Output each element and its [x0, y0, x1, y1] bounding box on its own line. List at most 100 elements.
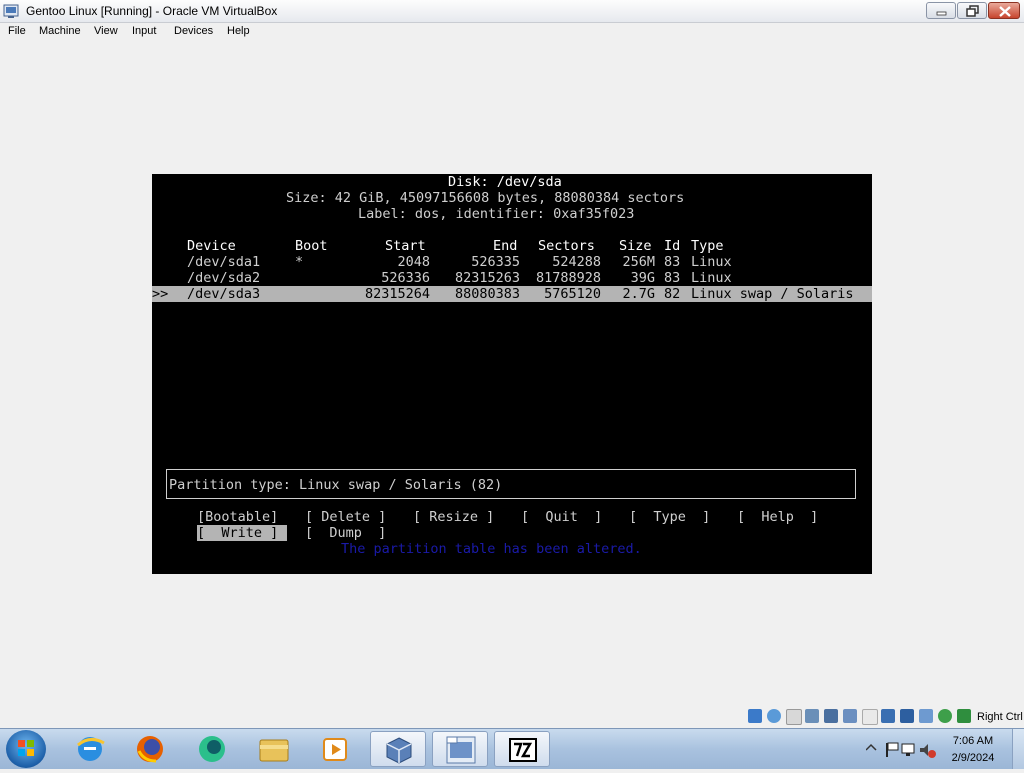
start-button[interactable]	[6, 730, 46, 768]
cell-sectors: 5765120	[544, 286, 601, 302]
cell-start: 2048	[397, 254, 430, 270]
file-explorer-icon	[259, 739, 289, 762]
minimize-icon	[936, 11, 947, 16]
cell-start: 82315264	[364, 286, 430, 302]
cell-size: 2.7G	[622, 286, 655, 302]
usb-icon[interactable]	[843, 709, 857, 723]
cell-end: 526335	[471, 254, 520, 270]
menu-view[interactable]: View	[94, 25, 118, 37]
type-button[interactable]: [ Type ]	[629, 509, 710, 525]
menu-help[interactable]: Help	[227, 25, 250, 37]
cell-device: /dev/sda3	[187, 286, 261, 302]
minimize-button[interactable]	[926, 2, 956, 19]
disk-title: Disk: /dev/sda	[448, 174, 562, 190]
vm-window-icon	[446, 736, 476, 764]
restore-button[interactable]	[957, 2, 987, 19]
mouse-integration-icon[interactable]	[938, 709, 952, 723]
cell-device: /dev/sda2	[187, 270, 261, 286]
display-icon[interactable]	[881, 709, 895, 723]
taskbar-file-explorer[interactable]	[246, 731, 302, 767]
disk-label-line: Label: dos, identifier: 0xaf35f023	[358, 206, 635, 222]
col-boot: Boot	[295, 238, 328, 254]
cell-type: Linux	[691, 254, 732, 270]
hard-disk-icon[interactable]	[748, 709, 762, 723]
floppy-icon[interactable]	[786, 709, 802, 725]
close-button[interactable]	[988, 2, 1020, 19]
menu-bar: File Machine View Input Devices Help	[0, 23, 1024, 41]
cell-sectors: 524288	[552, 254, 601, 270]
taskbar-clock[interactable]: 7:06 AM 2/9/2024	[942, 733, 1004, 767]
resize-button[interactable]: [ Resize ]	[413, 509, 494, 525]
taskbar-app[interactable]	[184, 731, 240, 767]
recording-icon[interactable]	[900, 709, 914, 723]
quit-button[interactable]: [ Quit ]	[521, 509, 602, 525]
7zip-icon	[509, 738, 537, 762]
taskbar-virtualbox[interactable]	[370, 731, 426, 767]
partition-type-text: Partition type: Linux swap / Solaris (82…	[169, 477, 503, 493]
show-hidden-icons-icon[interactable]	[865, 743, 877, 751]
menu-devices[interactable]: Devices	[174, 25, 213, 37]
internet-explorer-icon	[77, 737, 105, 761]
network-icon[interactable]	[901, 743, 915, 756]
firefox-icon	[137, 736, 163, 763]
selection-marker: >>	[152, 286, 169, 302]
col-type: Type	[691, 238, 724, 254]
window-titlebar: Gentoo Linux [Running] - Oracle VM Virtu…	[0, 0, 1024, 23]
media-player-icon	[323, 738, 347, 761]
host-key-label: Right Ctrl	[977, 711, 1023, 723]
windows-logo-icon	[18, 740, 34, 756]
clock-time: 7:06 AM	[952, 735, 994, 747]
action-center-flag-icon[interactable]	[886, 742, 899, 757]
write-button[interactable]: [ Write ]	[197, 525, 278, 541]
window-title: Gentoo Linux [Running] - Oracle VM Virtu…	[26, 4, 278, 18]
taskbar-7zip[interactable]	[494, 731, 550, 767]
help-button[interactable]: [ Help ]	[737, 509, 818, 525]
virtualbox-icon	[386, 737, 412, 764]
bootable-button[interactable]: [Bootable]	[197, 509, 278, 525]
col-size: Size	[619, 238, 652, 254]
clock-date: 2/9/2024	[951, 752, 995, 764]
col-device: Device	[187, 238, 236, 254]
virtualbox-icon	[3, 4, 19, 18]
cell-end: 82315263	[454, 270, 520, 286]
cell-end: 88080383	[454, 286, 520, 302]
cell-size: 256M	[622, 254, 655, 270]
cell-device: /dev/sda1	[187, 254, 261, 270]
taskbar-firefox[interactable]	[122, 731, 178, 767]
cell-sectors: 81788928	[535, 270, 601, 286]
virtualization-icon[interactable]	[919, 709, 933, 723]
delete-button[interactable]: [ Delete ]	[305, 509, 386, 525]
taskbar: 7:06 AM 2/9/2024	[0, 728, 1024, 769]
menu-machine[interactable]: Machine	[39, 25, 81, 37]
volume-muted-icon[interactable]	[920, 744, 936, 758]
taskbar-media-player[interactable]	[308, 731, 364, 767]
vm-guest-screen[interactable]: Disk: /dev/sda Size: 42 GiB, 45097156608…	[152, 174, 872, 574]
network-icon[interactable]	[824, 709, 838, 723]
cell-id: 83	[664, 254, 681, 270]
col-start: Start	[385, 238, 426, 254]
cell-boot: *	[295, 254, 304, 270]
disk-size-line: Size: 42 GiB, 45097156608 bytes, 8808038…	[286, 190, 685, 206]
taskbar-vm-window[interactable]	[432, 731, 488, 767]
optical-drive-icon[interactable]	[767, 709, 781, 723]
cell-size: 39G	[630, 270, 655, 286]
close-icon	[999, 6, 1011, 17]
menu-file[interactable]: File	[8, 25, 26, 37]
menu-input[interactable]: Input	[132, 25, 156, 37]
dump-button[interactable]: [ Dump ]	[305, 525, 386, 541]
app-icon	[199, 736, 225, 762]
cell-id: 82	[664, 286, 681, 302]
taskbar-internet-explorer[interactable]	[62, 731, 118, 767]
cell-start: 526336	[381, 270, 430, 286]
audio-icon[interactable]	[805, 709, 819, 723]
shared-folders-icon[interactable]	[862, 709, 878, 725]
cell-type: Linux	[691, 270, 732, 286]
cell-id: 83	[664, 270, 681, 286]
system-tray	[865, 741, 938, 764]
col-id: Id	[664, 238, 681, 254]
keyboard-capture-icon[interactable]	[957, 709, 971, 723]
show-desktop-button[interactable]	[1012, 729, 1024, 769]
restore-icon	[966, 5, 979, 17]
col-end: End	[493, 238, 518, 254]
status-message: The partition table has been altered.	[341, 541, 642, 557]
